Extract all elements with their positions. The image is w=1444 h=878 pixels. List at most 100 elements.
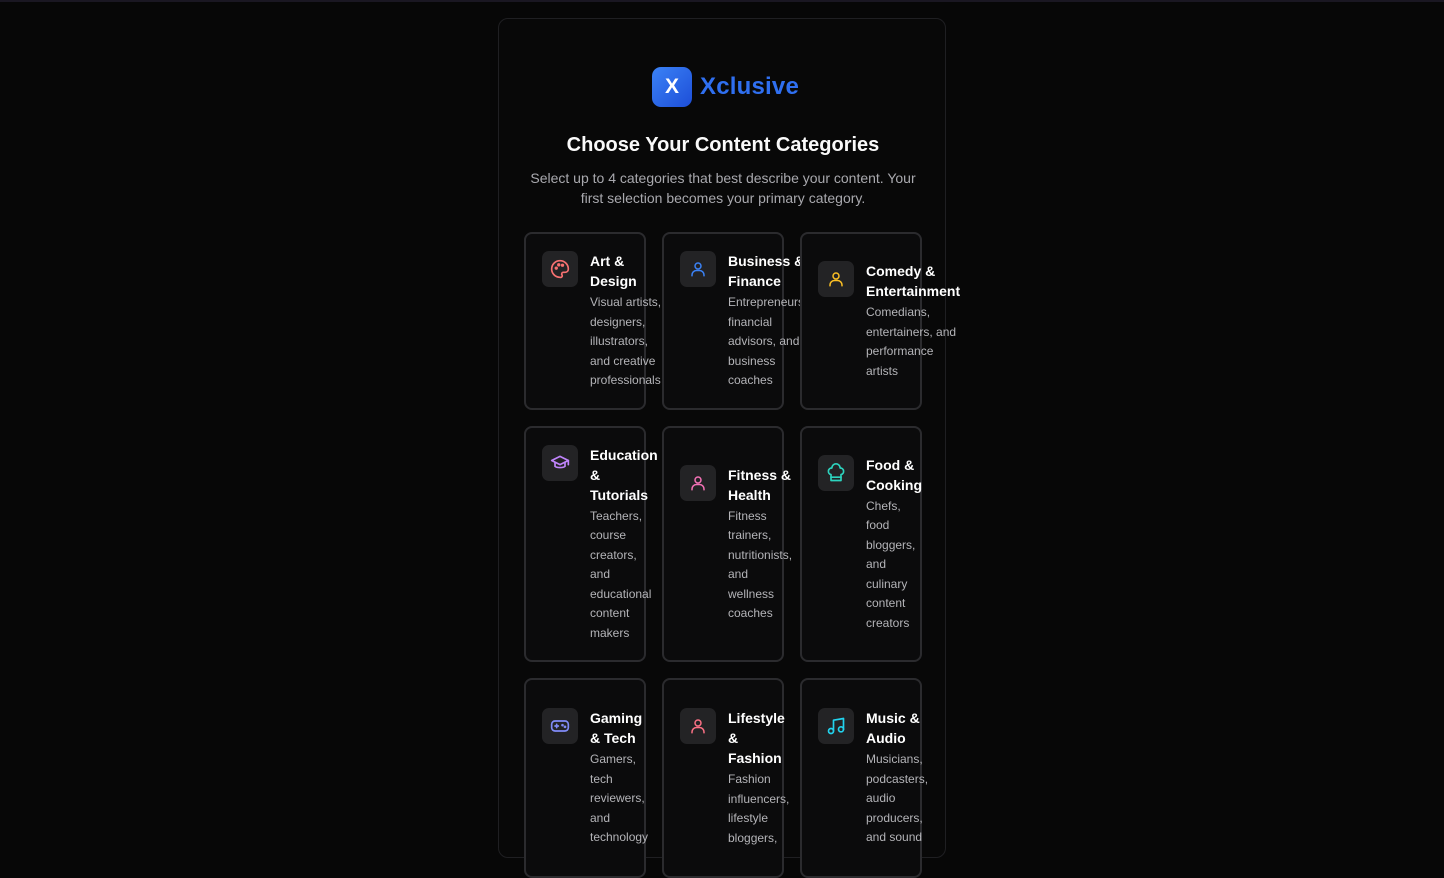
category-description-line: culinary — [866, 576, 908, 591]
category-name-line: Finance — [728, 273, 781, 290]
category-description-line: makers — [590, 625, 630, 640]
category-name: Education & Tutorials — [590, 445, 658, 505]
category-description-line: designers, — [590, 314, 646, 329]
brand-mark: X — [652, 67, 692, 107]
category-description-line: technology — [590, 830, 649, 845]
brand-name: Xclusive — [700, 73, 799, 100]
category-name: Comedy & Entertainment — [866, 261, 960, 301]
category-text: Art & Design Visual artists, designers, illu… — [590, 251, 661, 391]
category-description-line: Teachers, — [590, 508, 643, 523]
category-name: Music & Audio — [866, 708, 928, 748]
category-description-line: and sound — [866, 830, 923, 845]
category-description: Visual artists, designers, illustrators, an… — [590, 293, 661, 391]
category-description-line: creators — [866, 615, 910, 630]
category-description-line: producers, — [866, 810, 923, 825]
category-name-line: & — [590, 466, 601, 483]
category-card-lifestyle-fashion[interactable]: Lifestyle & Fashion Fashion influencers, life… — [662, 678, 789, 878]
category-description-line: business — [728, 353, 776, 368]
category-name-line: Gaming — [590, 710, 643, 727]
category-text: Education & Tutorials Teachers, course creato… — [590, 445, 658, 644]
chef-hat-icon — [818, 454, 854, 491]
category-card-education-tutorials[interactable]: Education & Tutorials Teachers, course creato… — [524, 426, 658, 662]
category-name-line: Audio — [866, 730, 906, 747]
category-description-line: content — [866, 596, 906, 611]
category-description-line: professionals — [590, 373, 661, 388]
category-description: Fitness trainers, nutritionists, and wellnes… — [728, 507, 792, 624]
category-text: Fitness & Health Fitness trainers, nutrition… — [728, 465, 792, 624]
category-description-line: Gamers, — [590, 752, 637, 767]
category-description-line: and — [590, 810, 611, 825]
user-icon — [680, 464, 716, 501]
category-name-line: Business & — [728, 253, 805, 270]
category-card-fitness-health[interactable]: Fitness & Health Fitness trainers, nutrition… — [662, 426, 792, 662]
category-description: Gamers, tech reviewers, and technology — [590, 750, 648, 848]
category-name-line: Comedy & — [866, 263, 936, 279]
category-description-line: Musicians, — [866, 752, 923, 767]
category-name: Fitness & Health — [728, 465, 792, 505]
category-description-line: Chefs, — [866, 498, 901, 513]
category-description-line: entertainers, and — [866, 324, 957, 339]
category-description-line: Comedians, — [866, 305, 931, 319]
category-text: Business & Finance Entrepreneurs, financial… — [728, 251, 807, 391]
gamepad-icon — [542, 708, 578, 745]
category-description-line: artists — [866, 363, 899, 378]
category-name-line: Art & — [590, 253, 625, 270]
category-name-line: Fashion — [728, 750, 782, 766]
category-description-line: course — [590, 528, 627, 543]
user-icon — [680, 251, 716, 288]
category-description: Chefs, food bloggers, and culinary content cre… — [866, 497, 922, 634]
category-description-line: coaches — [728, 606, 773, 620]
category-text: Music & Audio Musicians, podcasters, audio pr… — [866, 708, 928, 848]
category-card-food-cooking[interactable]: Food & Cooking Chefs, food bloggers, and culin… — [800, 426, 922, 662]
category-description-line: performance — [866, 344, 934, 358]
category-text: Comedy & Entertainment Comedians, entertain… — [866, 261, 960, 381]
category-name-line: Fitness & — [728, 466, 792, 483]
category-description-line: Entrepreneurs, — [728, 295, 808, 310]
category-name-line: Health — [728, 486, 771, 503]
category-name-line: Lifestyle — [728, 710, 785, 726]
category-name-line: Cooking — [866, 476, 922, 493]
category-name: Gaming & Tech — [590, 708, 648, 748]
category-description-line: educational — [590, 586, 652, 601]
category-description-line: nutritionists, — [728, 547, 793, 562]
category-name: Art & Design — [590, 251, 661, 291]
page-title: Choose Your Content Categories — [566, 134, 880, 156]
category-description: Musicians, podcasters, audio producers, and … — [866, 750, 928, 848]
category-name: Business & Finance — [728, 251, 807, 291]
category-description-line: Fashion — [728, 772, 771, 786]
category-description-line: Fitness — [728, 508, 767, 523]
category-description-line: reviewers, — [590, 791, 645, 806]
category-description-line: coaches — [728, 373, 773, 388]
category-description-line: food — [866, 518, 890, 533]
category-card-art-design[interactable]: Art & Design Visual artists, designers, illu… — [524, 232, 661, 410]
onboarding-card: X Xclusive Choose Your Content Categorie… — [498, 18, 960, 878]
category-description-line: bloggers, — [728, 830, 778, 845]
category-name-line: & — [728, 730, 739, 746]
category-description: Teachers, course creators, and educational co… — [590, 507, 658, 644]
category-description-line: influencers, — [728, 791, 790, 806]
category-name-line: Food & — [866, 456, 915, 473]
category-card-music-audio[interactable]: Music & Audio Musicians, podcasters, audio pr… — [800, 678, 928, 878]
category-text: Lifestyle & Fashion Fashion influencers, life… — [728, 708, 789, 848]
category-name-line: Education — [590, 446, 658, 463]
category-card-gaming-tech[interactable]: Gaming & Tech Gamers, tech reviewers, and tech… — [524, 678, 648, 878]
category-description-line: advisors, and — [728, 334, 800, 349]
category-name-line: Entertainment — [866, 283, 961, 299]
page-subtitle: Select up to 4 categories that best desc… — [530, 170, 916, 206]
category-card-business-finance[interactable]: Business & Finance Entrepreneurs, financial… — [662, 232, 807, 410]
category-name: Food & Cooking — [866, 455, 922, 495]
category-text: Gaming & Tech Gamers, tech reviewers, and tech… — [590, 708, 648, 848]
category-description-line: and — [728, 567, 749, 581]
category-card-comedy-entertainment[interactable]: Comedy & Entertainment Comedians, entertain… — [800, 232, 960, 410]
category-description-line: podcasters, — [866, 771, 929, 786]
category-description: Comedians, entertainers, and performance ar… — [866, 303, 960, 381]
category-text: Food & Cooking Chefs, food bloggers, and culin… — [866, 455, 922, 634]
category-description-line: trainers, — [728, 528, 772, 542]
category-name-line: & Tech — [590, 730, 636, 747]
category-description-line: lifestyle — [728, 811, 769, 825]
category-description-line: tech — [590, 771, 613, 786]
window-top-border — [0, 0, 1444, 2]
category-description-line: and creative — [590, 353, 656, 368]
category-description-line: Visual artists, — [590, 295, 662, 310]
music-note-icon — [818, 708, 854, 745]
